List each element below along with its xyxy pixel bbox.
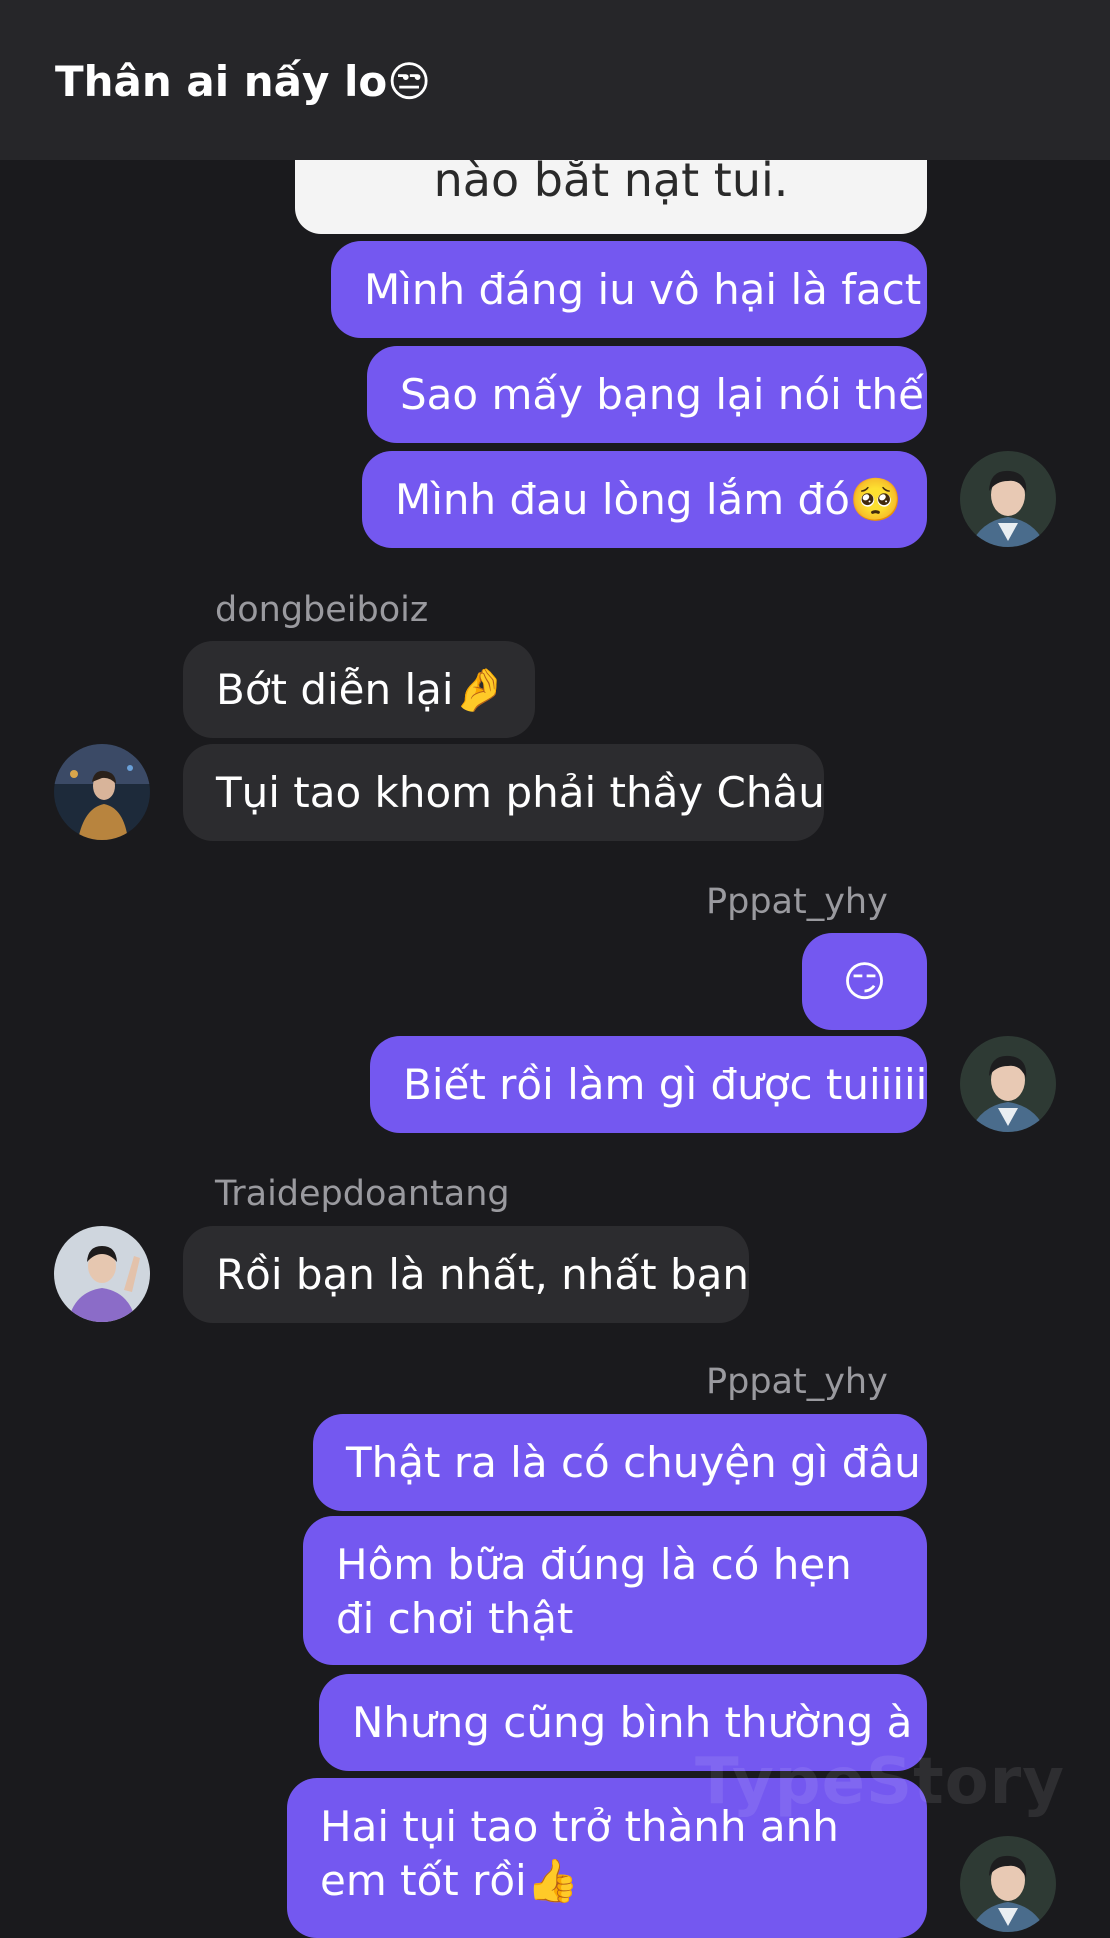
message-text: Thật ra là có chuyện gì đâu xyxy=(346,1437,921,1487)
avatar-traidepdoantang[interactable] xyxy=(54,1226,150,1322)
avatar-pppat[interactable] xyxy=(960,451,1056,547)
message-text: Mình đáng iu vô hại là fact xyxy=(364,264,922,314)
outgoing-message[interactable]: 😏 xyxy=(802,933,927,1030)
message-text: 😏 xyxy=(842,956,887,1006)
incoming-message[interactable]: Tụi tao khom phải thầy Châu xyxy=(183,744,825,841)
incoming-message[interactable]: Bớt diễn lại🤌 xyxy=(183,641,535,738)
avatar-photo-icon xyxy=(54,1226,150,1322)
outgoing-message[interactable]: Hôm bữa đúng là có hẹn đi chơi thật xyxy=(303,1516,927,1665)
incoming-message[interactable]: Rồi bạn là nhất, nhất bạn xyxy=(183,1226,749,1323)
message-text: Sao mấy bạng lại nói thế xyxy=(400,369,925,419)
avatar-dongbeiboiz[interactable] xyxy=(54,744,150,840)
avatar-photo-icon xyxy=(54,744,150,840)
avatar-photo-icon xyxy=(960,451,1056,547)
message-text: Hôm bữa đúng là có hẹn đi chơi thật xyxy=(336,1540,852,1643)
watermark: TypeStory xyxy=(695,1745,1065,1819)
message-text: Rồi bạn là nhất, nhất bạn xyxy=(216,1249,749,1299)
image-message-text: nào bắt nạt tui. xyxy=(433,153,789,207)
outgoing-message[interactable]: Thật ra là có chuyện gì đâu xyxy=(313,1414,927,1511)
message-text: Nhưng cũng bình thường à xyxy=(352,1697,913,1747)
message-text: Biết rồi làm gì được tuiiiii xyxy=(403,1059,928,1109)
message-text: Tụi tao khom phải thầy Châu xyxy=(216,767,825,817)
message-text: Mình đau lòng lắm đó🥺 xyxy=(395,474,903,524)
sender-name: dongbeiboiz xyxy=(215,590,429,630)
outgoing-message[interactable]: Biết rồi làm gì được tuiiiii xyxy=(370,1036,927,1133)
sender-name: Pppat_yhy xyxy=(706,1362,888,1402)
avatar-pppat[interactable] xyxy=(960,1836,1056,1932)
chat-title: Thân ai nấy lo😒 xyxy=(55,57,432,106)
avatar-pppat[interactable] xyxy=(960,1036,1056,1132)
outgoing-message[interactable]: Mình đáng iu vô hại là fact xyxy=(331,241,927,338)
message-text: Bớt diễn lại🤌 xyxy=(216,664,506,714)
outgoing-message[interactable]: Sao mấy bạng lại nói thế xyxy=(367,346,927,443)
sender-name: Pppat_yhy xyxy=(706,882,888,922)
avatar-photo-icon xyxy=(960,1836,1056,1932)
chat-header: Thân ai nấy lo😒 xyxy=(0,0,1110,160)
avatar-photo-icon xyxy=(960,1036,1056,1132)
outgoing-message[interactable]: Mình đau lòng lắm đó🥺 xyxy=(362,451,927,548)
sender-name: Traidepdoantang xyxy=(215,1174,510,1214)
